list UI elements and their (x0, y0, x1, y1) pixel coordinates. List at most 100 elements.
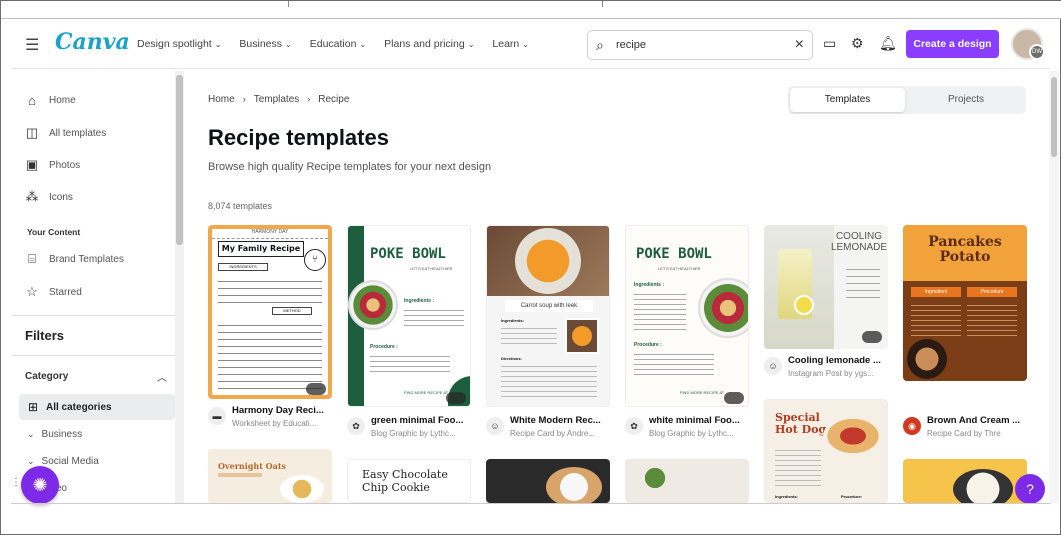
chevron-down-icon: ⌄ (27, 429, 35, 439)
your-content-heading: Your Content (27, 227, 81, 237)
browser-tab-strip (1, 1, 1061, 19)
star-icon: ☆ (26, 284, 38, 299)
template-title[interactable]: Brown And Cream ... (927, 415, 1027, 426)
search-value[interactable]: recipe (616, 39, 646, 51)
template-title[interactable]: white minimal Foo... (649, 415, 749, 426)
chevron-down-icon: ⌄ (27, 456, 35, 466)
template-subtitle[interactable]: Recipe Card by Thre (927, 429, 1027, 438)
top-header: ☰ Canva Design spotlight ⌄ Business ⌄ Educ… (11, 21, 1051, 69)
chevron-down-icon: ⌄ (359, 40, 367, 49)
home-icon: ⌂ (28, 93, 36, 108)
chevron-down-icon: ⌄ (522, 40, 529, 49)
template-thumbnail[interactable]: Pancakes Potato Ingredient Procedure (903, 225, 1027, 381)
category-heading[interactable]: Category (25, 371, 68, 382)
nav-learn[interactable]: Learn ⌄ (492, 38, 529, 50)
divider (11, 315, 177, 316)
sidebar-item-home[interactable]: ⌂ Home (25, 93, 76, 108)
create-design-button[interactable]: Create a design (906, 30, 999, 58)
templates-icon: ◫ (25, 125, 39, 140)
page-title: Recipe templates (208, 125, 389, 150)
filters-heading: Filters (25, 328, 65, 343)
creator-avatar[interactable]: ☺ (486, 417, 504, 435)
template-title[interactable]: White Modern Rec... (510, 415, 610, 426)
main-content: Home › Templates › Recipe Templates Proj… (187, 71, 1051, 503)
chevron-down-icon: ⌄ (285, 40, 292, 49)
creator-avatar[interactable]: ◉ (903, 417, 921, 435)
template-thumbnail[interactable] (625, 459, 749, 503)
chevron-right-icon: › (307, 94, 311, 104)
magic-button[interactable]: ✺ (21, 466, 59, 504)
nav-design-spotlight[interactable]: Design spotlight ⌄ (137, 38, 221, 50)
sidebar-item-all-templates[interactable]: ◫ All templates (25, 125, 106, 141)
breadcrumb-recipe: Recipe (318, 94, 350, 105)
template-thumbnail[interactable] (903, 459, 1027, 503)
search-input[interactable]: ⌕ recipe × (587, 30, 813, 60)
avatar-badge: DW (1029, 44, 1045, 60)
template-thumbnail[interactable]: Overnight Oats (208, 449, 332, 503)
video-badge (724, 392, 744, 404)
sidebar-scrollbar[interactable] (175, 71, 184, 503)
template-thumbnail[interactable]: Easy Chocolate Chip Cookie (347, 459, 471, 503)
sidebar-item-brand-templates[interactable]: ⌸ Brand Templates (25, 251, 124, 267)
top-nav: Design spotlight ⌄ Business ⌄ Education ⌄ P… (137, 38, 529, 50)
template-subtitle[interactable]: Blog Graphic by Lythc... (649, 429, 749, 438)
chevron-right-icon: › (242, 94, 246, 104)
sparkle-icon: ✺ (32, 475, 48, 495)
screenshot-frame: ☰ Canva Design spotlight ⌄ Business ⌄ Educ… (0, 0, 1061, 535)
menu-icon[interactable]: ☰ (25, 35, 39, 55)
nav-plans-and-pricing[interactable]: Plans and pricing ⌄ (384, 38, 474, 50)
search-icon: ⌕ (596, 37, 604, 53)
filter-all-categories[interactable]: ⊞ All categories (19, 394, 175, 420)
gear-icon[interactable]: ⚙ (851, 35, 864, 52)
sidebar-item-icons[interactable]: ⁂ Icons (25, 189, 73, 205)
breadcrumb: Home › Templates › Recipe (208, 94, 349, 105)
page-scrollbar[interactable] (1049, 71, 1059, 503)
creator-avatar[interactable]: ✿ (625, 417, 643, 435)
monitor-icon[interactable]: ▭ (823, 35, 836, 52)
template-title[interactable]: Harmony Day Reci... (232, 405, 332, 416)
divider (11, 355, 177, 356)
divider (11, 503, 1051, 504)
template-thumbnail[interactable]: COOLING LEMONADE (764, 225, 888, 349)
creator-avatar[interactable]: ▬ (208, 407, 226, 425)
template-title[interactable]: green minimal Foo... (371, 415, 471, 426)
template-thumbnail[interactable] (486, 459, 610, 503)
chevron-up-icon[interactable]: ︿ (157, 369, 167, 384)
creator-avatar[interactable]: ☺ (764, 357, 782, 375)
photo-icon: ▣ (25, 157, 39, 172)
template-thumbnail[interactable]: Carrot soup with leek Ingredients: Direc… (486, 225, 610, 407)
grid-icon: ⊞ (28, 400, 39, 414)
page-subtitle: Browse high quality Recipe templates for… (208, 161, 492, 173)
chevron-down-icon: ⌄ (467, 40, 475, 49)
sidebar: ⌂ Home ◫ All templates ▣ Photos ⁂ Icons Your… (11, 71, 187, 503)
bell-icon[interactable]: 🔔︎ (879, 35, 897, 52)
template-subtitle[interactable]: Blog Graphic by Lythc... (371, 429, 471, 438)
tab-templates[interactable]: Templates (790, 88, 905, 112)
shapes-icon: ⁂ (25, 189, 39, 204)
breadcrumb-home[interactable]: Home (208, 94, 235, 105)
brand-icon: ⌸ (28, 251, 36, 266)
canva-logo[interactable]: Canva (55, 29, 130, 55)
sidebar-item-starred[interactable]: ☆ Starred (25, 284, 82, 300)
template-subtitle[interactable]: Recipe Card by Andre... (510, 429, 610, 438)
template-count: 8,074 templates (208, 201, 273, 211)
template-thumbnail[interactable]: POKE BOWL LET'S EAT HEALTHIER Ingredient… (347, 225, 471, 407)
template-subtitle[interactable]: Instagram Post by ygs... (788, 369, 888, 378)
video-badge (306, 383, 326, 395)
template-subtitle[interactable]: Worksheet by Educati... (232, 419, 332, 428)
template-thumbnail[interactable]: Special Hot Dog Ingredients: Procedure: (764, 399, 888, 503)
template-thumbnail[interactable]: HARMONY DAY My Family Recipe ⑂ INGREDIEN… (208, 225, 332, 399)
tab-projects[interactable]: Projects (908, 88, 1024, 112)
sidebar-item-photos[interactable]: ▣ Photos (25, 157, 80, 173)
nav-business[interactable]: Business ⌄ (239, 38, 291, 50)
template-thumbnail[interactable]: POKE BOWL LET'S EAT HEALTHIER Ingredient… (625, 225, 749, 407)
template-title[interactable]: Cooling lemonade ... (788, 355, 888, 366)
clear-search-icon[interactable]: × (795, 36, 804, 54)
filter-business[interactable]: ⌄ Business (27, 429, 82, 440)
creator-avatar[interactable]: ✿ (347, 417, 365, 435)
help-button[interactable]: ? (1015, 474, 1045, 504)
chevron-down-icon: ⌄ (214, 40, 222, 49)
avatar[interactable]: DW (1011, 28, 1045, 60)
nav-education[interactable]: Education ⌄ (310, 38, 366, 50)
breadcrumb-templates[interactable]: Templates (254, 94, 300, 105)
